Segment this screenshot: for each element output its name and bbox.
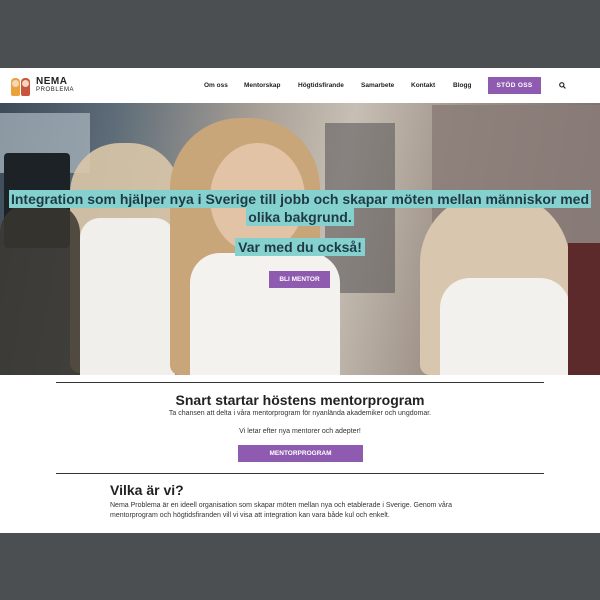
page: NEMA PROBLEMA Om oss Mentorskap Högtidsf… <box>0 68 600 533</box>
nav-item-om-oss[interactable]: Om oss <box>204 82 228 89</box>
about-section-text: Nema Problema är en ideell organisation … <box>110 502 453 519</box>
nav-item-samarbete[interactable]: Samarbete <box>361 82 394 89</box>
about-section-title: Vilka är vi? <box>110 482 184 498</box>
logo[interactable]: NEMA PROBLEMA <box>11 74 74 96</box>
logo-subname: PROBLEMA <box>36 87 75 93</box>
support-button[interactable]: STÖD OSS <box>488 77 541 94</box>
search-icon[interactable] <box>559 82 566 89</box>
become-mentor-button[interactable]: BLI MENTOR <box>269 271 330 288</box>
mentor-program-button[interactable]: MENTORPROGRAM <box>238 445 363 462</box>
mentor-section-title: Snart startar höstens mentorprogram <box>175 392 425 408</box>
nav-item-kontakt[interactable]: Kontakt <box>411 82 435 89</box>
logo-name: NEMA <box>36 76 68 87</box>
site-header: NEMA PROBLEMA Om oss Mentorskap Högtidsf… <box>0 68 600 103</box>
hero-subline: Var med du också! <box>235 238 365 256</box>
section-divider <box>56 382 544 383</box>
hero-banner: Integration som hjälper nya i Sverige ti… <box>0 103 600 375</box>
hero-headline: Integration som hjälper nya i Sverige ti… <box>8 190 592 226</box>
logo-icon <box>11 74 33 96</box>
mentor-section-text: Ta chansen att delta i våra mentorprogra… <box>168 410 432 417</box>
mentor-section-callout: Vi letar efter nya mentorer och adepter! <box>239 428 361 435</box>
nav-item-blogg[interactable]: Blogg <box>453 82 471 89</box>
nav-item-mentorskap[interactable]: Mentorskap <box>244 82 280 89</box>
section-divider <box>56 473 544 474</box>
nav-item-hogtidsfirande[interactable]: Högtidsfirande <box>298 82 344 89</box>
